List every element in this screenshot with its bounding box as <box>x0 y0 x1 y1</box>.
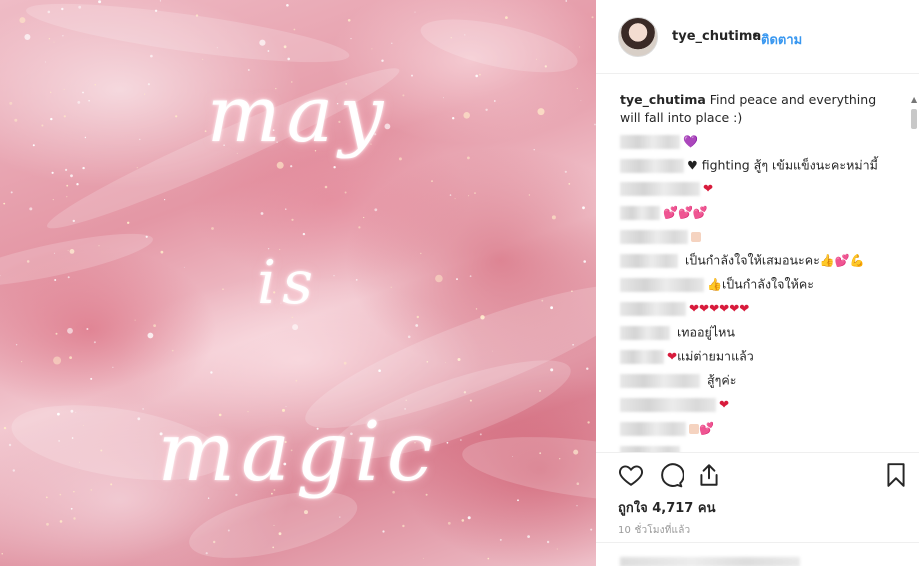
blurred-username <box>620 134 680 149</box>
comment-emoji: ❤ <box>667 349 678 364</box>
add-comment-area[interactable] <box>596 542 919 566</box>
blurred-username <box>620 421 686 436</box>
post-timestamp[interactable]: 10 ชั่วโมงที่แล้ว <box>618 523 690 538</box>
blurred-username <box>620 205 660 220</box>
header-separator: • <box>751 29 759 44</box>
heart-icon[interactable] <box>618 462 644 488</box>
image-text-line2: is <box>257 248 319 318</box>
blurred-username <box>620 301 686 316</box>
comment-icon[interactable] <box>658 462 685 488</box>
post-image[interactable]: may is magic <box>0 0 596 566</box>
comment-row: สู้ๆค่ะ <box>620 371 910 389</box>
comment-text: fighting สู้ๆ เข้มแข็งนะคะหม่ามี้ <box>701 157 878 173</box>
comment-emoji: 👍💕💪 <box>819 253 865 268</box>
blurred-username <box>620 181 700 196</box>
comment-row: 👍เป็นกำลังใจให้คะ <box>620 275 910 293</box>
comment-row: 💕💕💕 <box>620 203 910 221</box>
comment-emoji: 👍 <box>707 277 722 292</box>
image-text-line1: may <box>206 70 390 160</box>
comment-row: เป็นกำลังใจให้เสมอนะคะ👍💕💪 <box>620 251 910 269</box>
blurred-username <box>620 253 678 268</box>
comment-row: ♥ fighting สู้ๆ เข้มแข็งนะคะหม่ามี้ <box>620 156 910 174</box>
add-comment-placeholder <box>620 557 800 566</box>
comment-row: ❤ <box>620 179 910 197</box>
comment-text: เป็นกำลังใจให้คะ <box>721 276 814 292</box>
comment-row: ❤ <box>620 395 910 413</box>
caption-username[interactable]: tye_chutima <box>620 92 706 107</box>
likes-count[interactable]: ถูกใจ 4,717 คน <box>618 497 715 518</box>
blurred-username <box>620 229 688 244</box>
blurred-username <box>620 277 704 292</box>
scrollbar-thumb[interactable] <box>911 109 917 129</box>
comments-list[interactable]: tye_chutima Find peace and everything wi… <box>596 75 919 452</box>
comment-row <box>620 227 910 245</box>
post-side-panel: tye_chutima • ติดตาม tye_chutima Find pe… <box>596 0 919 566</box>
comment-row <box>620 443 910 452</box>
blurred-username <box>620 373 700 388</box>
image-text-line3: magic <box>157 405 439 500</box>
blurred-username <box>620 397 716 412</box>
skin-tone-icon <box>689 423 699 434</box>
header-username[interactable]: tye_chutima <box>672 29 761 44</box>
comment-row: ❤❤❤❤❤❤ <box>620 299 910 317</box>
skin-tone-icon <box>691 231 701 242</box>
comment-text: แม่ต่ายมาแล้ว <box>677 348 754 364</box>
comment-row: ❤แม่ต่ายมาแล้ว <box>620 347 910 365</box>
comment-row: 💕 <box>620 419 910 437</box>
comment-row: 💜 <box>620 132 910 150</box>
share-icon[interactable] <box>696 462 722 488</box>
bookmark-icon[interactable] <box>883 462 909 488</box>
comment-emoji: ♥ <box>687 158 698 173</box>
follow-button[interactable]: ติดตาม <box>761 29 802 50</box>
blurred-username <box>620 158 684 173</box>
comments-scrollbar[interactable]: ▲ <box>911 95 917 145</box>
blurred-username <box>620 325 670 340</box>
comment-text: สู้ๆค่ะ <box>706 372 737 388</box>
comment-emoji: 💜 <box>683 134 698 149</box>
comment-text: เป็นกำลังใจให้เสมอนะคะ <box>684 252 820 268</box>
comment-emoji: ❤ <box>719 397 730 412</box>
comment-emoji: ❤ <box>703 181 714 196</box>
comment-row: เทออยู่ไหน <box>620 323 910 341</box>
post-actions: ถูกใจ 4,717 คน 10 ชั่วโมงที่แล้ว <box>596 452 919 566</box>
avatar[interactable] <box>618 17 658 57</box>
caption: tye_chutima Find peace and everything wi… <box>620 91 900 127</box>
comment-text: เทออยู่ไหน <box>676 324 735 340</box>
comment-emoji: 💕💕💕 <box>663 205 708 220</box>
blurred-username <box>620 349 664 364</box>
comment-emoji: ❤❤❤❤❤❤ <box>689 301 750 316</box>
comment-emoji: 💕 <box>699 421 714 436</box>
scroll-up-icon[interactable]: ▲ <box>911 95 917 104</box>
post-header: tye_chutima • ติดตาม <box>596 0 919 74</box>
